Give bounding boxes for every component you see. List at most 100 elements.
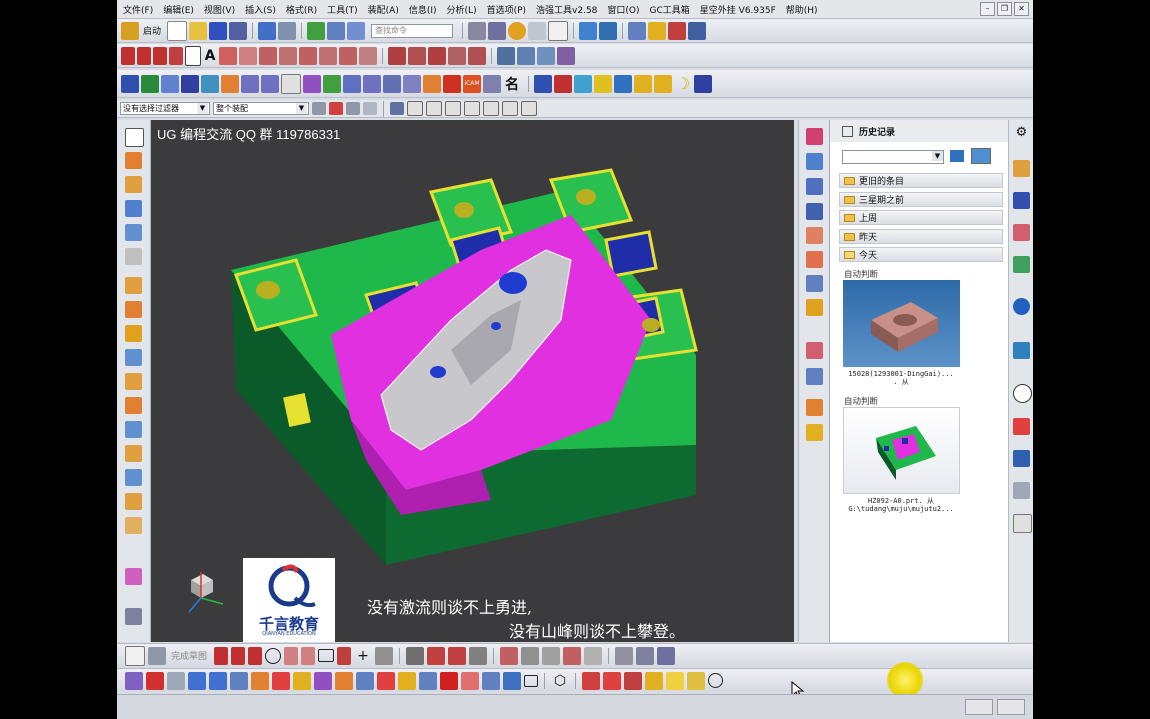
process-studio-icon[interactable]	[1013, 418, 1030, 435]
parting-icon[interactable]	[343, 74, 361, 93]
pattern-icon[interactable]	[125, 325, 142, 342]
sketch-line-icon[interactable]	[231, 646, 246, 665]
view-orient-icon[interactable]	[579, 21, 598, 40]
intersect-icon[interactable]	[125, 421, 142, 438]
dimension-icon[interactable]	[688, 21, 707, 40]
scope-select[interactable]: 整个装配	[213, 102, 309, 115]
analysis-icon[interactable]	[668, 21, 687, 40]
menu-item-6[interactable]: 装配(A)	[368, 3, 399, 16]
cylinder-icon[interactable]	[125, 224, 142, 241]
palette-icon[interactable]	[1013, 514, 1032, 533]
law-curve-icon[interactable]	[468, 46, 486, 65]
highlight-icon[interactable]	[645, 671, 663, 690]
drafting-icon[interactable]	[537, 46, 555, 65]
offset-curve-icon[interactable]	[239, 46, 257, 65]
snap-perp-icon[interactable]	[521, 101, 537, 116]
group-icon[interactable]	[461, 671, 479, 690]
view-fit-icon[interactable]	[806, 128, 823, 145]
subtract-icon[interactable]	[125, 397, 142, 414]
snap-intersect-icon[interactable]	[445, 101, 461, 116]
divide-curve-icon[interactable]	[359, 46, 377, 65]
sketch-polygon-icon[interactable]	[337, 646, 352, 665]
draft-icon[interactable]	[125, 517, 142, 534]
constraint-navigator-icon[interactable]	[1013, 192, 1030, 209]
right-arrow-icon[interactable]	[209, 671, 227, 690]
bridge-curve-icon[interactable]	[259, 46, 277, 65]
menu-item-9[interactable]: 首选项(P)	[487, 3, 526, 16]
part-navigator-icon[interactable]	[1013, 224, 1030, 241]
trim-body-icon[interactable]	[125, 568, 142, 585]
view-zoom-icon[interactable]	[806, 153, 823, 170]
wcs-origin-icon[interactable]	[251, 671, 269, 690]
minimize-button[interactable]: –	[980, 2, 995, 16]
annotation-icon[interactable]	[557, 46, 575, 65]
select-all-icon[interactable]	[329, 102, 343, 115]
unblank-icon[interactable]	[335, 671, 353, 690]
transform-icon[interactable]	[628, 21, 647, 40]
line-two-point-icon[interactable]	[137, 46, 151, 65]
sketch-fillet-icon[interactable]	[284, 646, 299, 665]
view-section-icon[interactable]	[806, 299, 823, 316]
view-iso-icon[interactable]	[806, 275, 823, 292]
snap-end-icon[interactable]	[390, 102, 404, 115]
snap-icon[interactable]	[468, 21, 487, 40]
infer-constraint-icon[interactable]	[636, 646, 655, 665]
move-object-icon[interactable]	[230, 671, 248, 690]
layer-settings-icon[interactable]	[356, 671, 374, 690]
mold-wizard-icon[interactable]	[201, 74, 219, 93]
close-button[interactable]: ✕	[1014, 2, 1029, 16]
layers-icon[interactable]	[574, 74, 592, 93]
snap-quadrant-icon[interactable]	[483, 101, 499, 116]
copy-icon[interactable]	[347, 21, 366, 40]
clock-icon[interactable]	[1013, 384, 1032, 403]
menu-item-10[interactable]: 浩强工具v2.58	[536, 3, 597, 16]
render-style-icon[interactable]	[488, 21, 507, 40]
roles-icon[interactable]	[1013, 450, 1030, 467]
trim-curve-icon[interactable]	[339, 46, 357, 65]
history-folder-yesterday[interactable]: 昨天	[839, 229, 1003, 244]
redo-icon[interactable]	[278, 21, 297, 40]
snap-mid-icon[interactable]	[407, 101, 423, 116]
menu-item-4[interactable]: 格式(R)	[286, 3, 317, 16]
point-set-icon[interactable]	[582, 671, 600, 690]
sketch-arc-icon[interactable]	[248, 646, 263, 665]
auto-constraint-icon[interactable]	[542, 646, 561, 665]
point-icon[interactable]	[169, 46, 183, 65]
chart-icon[interactable]	[534, 74, 552, 93]
profile-icon[interactable]	[214, 646, 229, 665]
menu-item-3[interactable]: 插入(S)	[245, 3, 276, 16]
menu-item-12[interactable]: GC工具箱	[650, 3, 690, 16]
sketch-dimension-icon[interactable]	[500, 646, 519, 665]
sketch-box-icon[interactable]	[125, 128, 144, 147]
ejector-icon[interactable]	[383, 74, 401, 93]
standard-part-icon[interactable]	[403, 74, 421, 93]
view-rotate-icon[interactable]	[806, 178, 823, 195]
flag-icon[interactable]	[687, 671, 705, 690]
circle-tool-icon[interactable]	[708, 673, 723, 688]
check-icon[interactable]	[323, 74, 341, 93]
color-icon[interactable]	[293, 671, 311, 690]
sketch-point-icon[interactable]: +	[354, 647, 372, 665]
menu-item-13[interactable]: 星空外挂 V6.935F	[700, 3, 776, 16]
wireframe-icon[interactable]	[806, 368, 823, 385]
finish-sketch-icon[interactable]	[148, 646, 166, 665]
edit-icon[interactable]	[327, 21, 346, 40]
view-top-icon[interactable]	[806, 227, 823, 244]
shaded-icon[interactable]	[806, 342, 823, 359]
slider-icon[interactable]	[261, 74, 279, 93]
studio-icon[interactable]	[806, 399, 823, 416]
blank-icon[interactable]	[314, 671, 332, 690]
sketch-circle-icon[interactable]	[265, 647, 282, 664]
deselect-icon[interactable]	[346, 102, 360, 115]
delete-icon[interactable]	[146, 671, 164, 690]
left-arrow-icon[interactable]	[188, 671, 206, 690]
quick-extend-icon[interactable]	[448, 646, 467, 665]
project-curve-icon[interactable]	[279, 46, 297, 65]
shell-icon[interactable]	[125, 493, 142, 510]
show-constraints-icon[interactable]	[563, 646, 582, 665]
history-back-icon[interactable]	[950, 150, 964, 162]
sketch-icon[interactable]	[125, 645, 145, 666]
split-body-icon[interactable]	[125, 608, 142, 625]
finish-sketch-label[interactable]: 完成草图	[171, 649, 207, 662]
quick-trim-icon[interactable]	[427, 646, 446, 665]
